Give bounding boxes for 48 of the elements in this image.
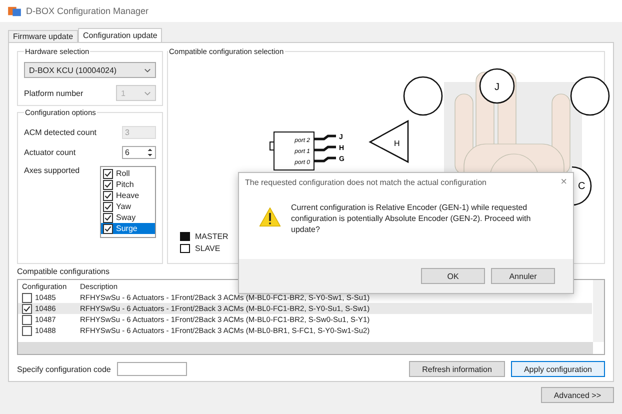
legend-label: MASTER — [195, 232, 228, 241]
actuator-node: J — [479, 68, 515, 104]
configuration-code-field[interactable] — [116, 362, 187, 376]
actuator-node — [570, 76, 610, 116]
dialog-button[interactable]: Annuler — [491, 268, 555, 284]
checkbox[interactable] — [103, 180, 113, 190]
chevron-down-icon — [144, 68, 151, 72]
axis-item[interactable]: Sway — [101, 212, 155, 223]
checkbox[interactable] — [22, 292, 32, 303]
checkbox[interactable] — [103, 168, 113, 178]
actuator-triangle: H — [368, 120, 409, 164]
close-button[interactable]: × — [560, 176, 567, 188]
window-title: D-BOX Configuration Manager — [26, 6, 149, 16]
device-dropdown[interactable]: D-BOX KCU (10004024) — [24, 62, 156, 78]
chevron-down-icon — [144, 90, 151, 96]
actuator-node — [403, 76, 443, 116]
dialog-button[interactable]: OK — [421, 268, 485, 284]
warning-icon — [259, 207, 281, 227]
tab[interactable]: Configuration update — [78, 28, 162, 42]
axis-item[interactable]: Surge — [101, 223, 155, 234]
field-label: ACM detected count — [24, 128, 96, 137]
axis-item[interactable]: Roll — [101, 168, 155, 179]
checkbox[interactable] — [103, 212, 113, 222]
dialog-message: Current configuration is Relative Encoder (GEN-1) while requested configuration is potentially Absolute Encoder (GEN-2). Proceed with update? — [291, 203, 532, 236]
scrollbar[interactable] — [593, 280, 604, 342]
field-label: Axes supported — [24, 166, 80, 175]
section-title: Compatible configurations — [17, 267, 110, 276]
axis-item[interactable]: Pitch — [101, 179, 155, 190]
checkbox[interactable] — [22, 314, 32, 325]
checkbox[interactable] — [103, 202, 113, 212]
actuator-count-spinner[interactable]: 6 — [122, 146, 156, 159]
advanced-button[interactable]: Advanced >> — [540, 387, 614, 403]
axis-item[interactable]: Heave — [101, 190, 155, 201]
scrollbar[interactable] — [18, 342, 593, 354]
refresh-button[interactable]: Refresh information — [409, 361, 505, 377]
legend-label: SLAVE — [195, 244, 220, 253]
axis-item[interactable]: Yaw — [101, 201, 155, 212]
dialog-title: The requested configuration does not match the actual configuration — [245, 178, 486, 186]
field-label: Platform number — [24, 88, 84, 98]
tab[interactable]: Firmware update — [8, 30, 78, 42]
app-icon — [8, 6, 21, 16]
checkbox[interactable] — [103, 224, 113, 234]
field-label: Specify configuration code — [17, 364, 111, 374]
checkbox[interactable] — [22, 326, 32, 336]
checkbox[interactable] — [22, 304, 32, 314]
field-label: Actuator count — [24, 148, 76, 157]
apply-button[interactable]: Apply configuration — [510, 361, 605, 377]
checkbox[interactable] — [103, 190, 113, 200]
